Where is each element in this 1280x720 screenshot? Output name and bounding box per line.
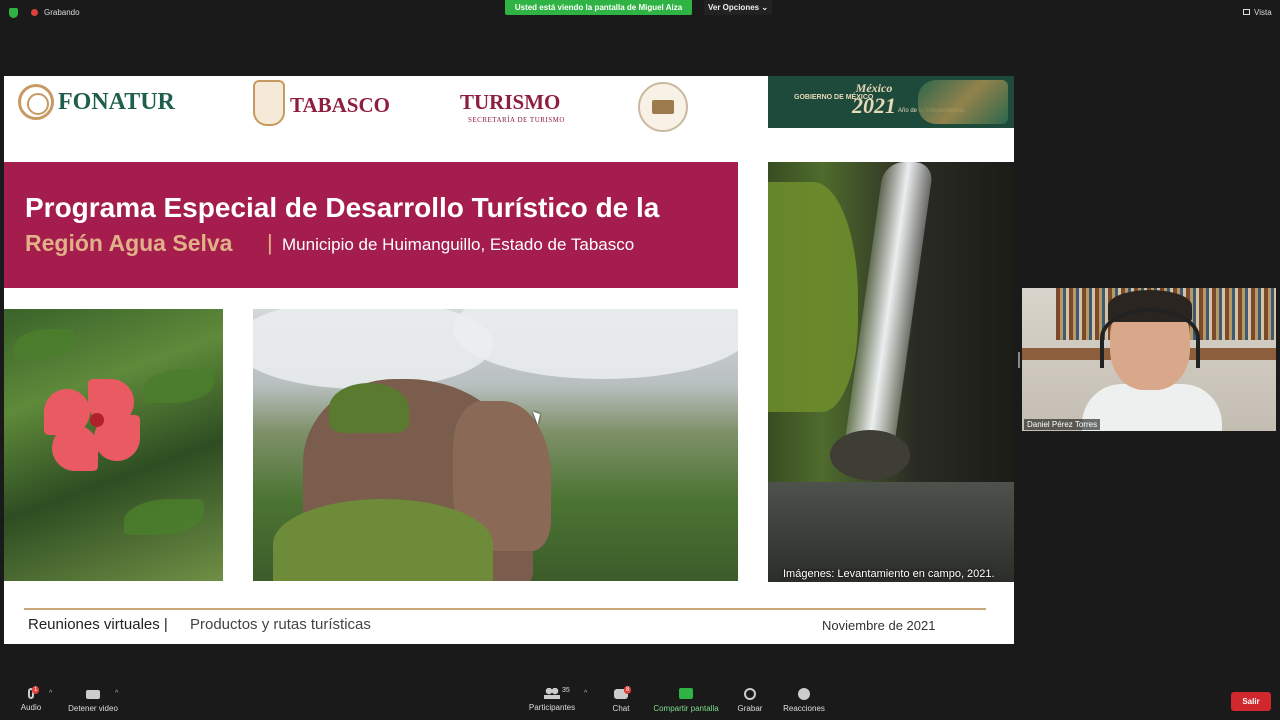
headset-icon xyxy=(1100,308,1200,368)
hibiscus-photo xyxy=(4,309,223,581)
shared-slide: FONATUR TABASCO TURISMO SECRETARÍA DE TU… xyxy=(4,76,1014,644)
camera-icon xyxy=(86,690,100,699)
participant-video-tile[interactable]: Daniel Pérez Torres xyxy=(1022,288,1276,431)
chevron-up-icon[interactable]: ^ xyxy=(115,690,118,697)
mexico-2021-logo: México 2021 xyxy=(850,82,898,117)
view-options-button[interactable]: Ver Opciones ⌄ xyxy=(704,0,772,15)
boulder-shape xyxy=(830,430,910,480)
footer-date: Noviembre de 2021 xyxy=(822,618,936,633)
reactions-button[interactable]: Reacciones xyxy=(782,688,826,713)
photo-caption: Imágenes: Levantamiento en campo, 2021. xyxy=(783,568,995,580)
waterfall-photo xyxy=(768,162,1014,582)
screen-share-banner: Usted está viendo la pantalla de Miguel … xyxy=(505,0,692,15)
share-label: Compartir pantalla xyxy=(653,704,719,713)
participants-button[interactable]: Participantes 35 xyxy=(526,687,578,712)
hibiscus-flower xyxy=(44,379,154,471)
petal-shape xyxy=(52,425,98,471)
chevron-up-icon[interactable]: ^ xyxy=(49,690,52,697)
chevron-up-icon[interactable]: ^ xyxy=(584,690,587,697)
rock-formation-photo xyxy=(253,309,738,581)
flower-center xyxy=(90,413,104,427)
share-screen-button[interactable]: Compartir pantalla xyxy=(650,688,722,713)
footer-divider xyxy=(24,608,986,610)
participant-name: Daniel Pérez Torres xyxy=(1024,419,1101,430)
recording-icon xyxy=(31,9,38,16)
leave-button[interactable]: Salir xyxy=(1231,692,1271,711)
tabasco-seal-icon xyxy=(253,80,285,126)
people-icon xyxy=(544,688,560,699)
top-bar: Grabando Usted está viendo la pantalla d… xyxy=(0,0,1280,26)
leaf-shape xyxy=(144,369,214,403)
municipio-subtitle: Municipio de Huimanguillo, Estado de Tab… xyxy=(282,235,635,254)
stop-video-button[interactable]: Detener video xyxy=(64,688,122,713)
meeting-toolbar: Audio 1 ^ Detener video ^ Participantes … xyxy=(0,680,1280,720)
slide-title: Programa Especial de Desarrollo Turístic… xyxy=(25,192,660,223)
record-icon xyxy=(744,688,756,700)
share-screen-icon xyxy=(679,688,693,699)
record-label: Grabar xyxy=(737,704,763,713)
leaf-shape xyxy=(14,329,74,359)
footer-event-label: Reuniones virtuales | xyxy=(28,616,168,633)
cloud-shape xyxy=(453,309,738,379)
moss-shape xyxy=(329,383,409,433)
recording-label: Grabando xyxy=(44,8,80,17)
person-body xyxy=(1082,384,1222,431)
reactions-label: Reacciones xyxy=(783,704,825,713)
pool-shape xyxy=(768,482,1014,582)
title-separator: | xyxy=(267,230,273,255)
footer-topic-label: Productos y rutas turísticas xyxy=(190,616,371,633)
panel-resize-handle[interactable] xyxy=(1018,352,1020,368)
chat-button[interactable]: Chat 8 xyxy=(608,686,634,713)
year-label: 2021 xyxy=(852,93,896,118)
chat-label: Chat xyxy=(612,704,630,713)
logo-row: FONATUR TABASCO TURISMO SECRETARÍA DE TU… xyxy=(4,76,768,156)
audio-badge: 1 xyxy=(32,686,40,694)
turismo-logo: TURISMO xyxy=(460,90,561,114)
participants-label: Participantes xyxy=(528,703,576,712)
video-label: Detener video xyxy=(68,704,118,713)
record-button[interactable]: Grabar xyxy=(736,688,764,713)
moss-shape xyxy=(768,182,858,412)
audio-label: Audio xyxy=(20,703,42,712)
shield-icon[interactable] xyxy=(9,8,18,18)
huimanguillo-seal-icon xyxy=(638,82,688,132)
chat-badge: 8 xyxy=(624,686,632,694)
turismo-subtitle: SECRETARÍA DE TURISMO xyxy=(468,116,565,124)
participants-count: 35 xyxy=(562,687,570,694)
region-title: Región Agua Selva xyxy=(25,230,233,256)
fonatur-logo-icon xyxy=(18,84,54,120)
leaf-shape xyxy=(124,499,204,535)
grass-shape xyxy=(273,499,493,581)
fonatur-logo: FONATUR xyxy=(58,89,175,115)
grid-icon[interactable] xyxy=(1243,9,1250,15)
serpent-art-icon xyxy=(918,80,1008,124)
slide-title-box: Programa Especial de Desarrollo Turístic… xyxy=(4,162,738,288)
mexico-2021-banner: GOBIERNO DE MÉXICO México 2021 Año de la… xyxy=(768,76,1014,128)
smiley-icon xyxy=(798,688,810,700)
audio-button[interactable]: Audio 1 xyxy=(16,686,46,712)
tabasco-logo: TABASCO xyxy=(290,93,390,117)
view-button[interactable]: Vista xyxy=(1254,8,1272,17)
